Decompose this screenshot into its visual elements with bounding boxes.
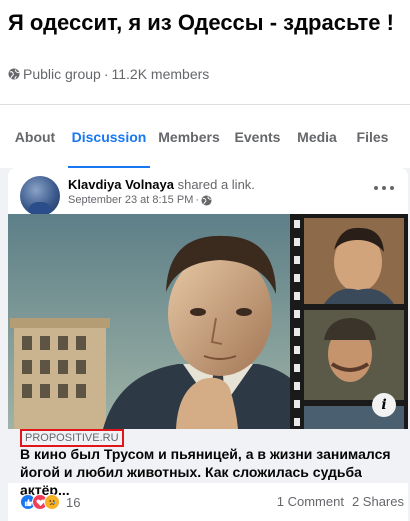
comments-count[interactable]: 1 Comment	[277, 494, 344, 509]
group-header: Я одессит, я из Одессы - здрасьте ! Publ…	[0, 0, 410, 169]
link-preview-box[interactable]: PROPOSITIVE.RU В кино был Трусом и пьяни…	[8, 429, 408, 498]
link-preview-image[interactable]: i	[8, 214, 408, 429]
avatar[interactable]	[20, 176, 60, 216]
tab-members[interactable]: Members	[158, 105, 219, 168]
tab-events[interactable]: Events	[235, 105, 281, 168]
group-title[interactable]: Я одессит, я из Одессы - здрасьте !	[8, 9, 398, 37]
reactions-summary[interactable]: 16	[20, 494, 80, 510]
engagement-counts: 1 Comment 2 Shares	[277, 494, 404, 509]
globe-icon	[8, 68, 20, 80]
post-card: Klavdiya Volnaya shared a link. Septembe…	[8, 168, 408, 521]
tab-about[interactable]: About	[12, 105, 58, 168]
post-footer: 16 1 Comment 2 Shares	[8, 483, 408, 521]
reaction-count: 16	[66, 494, 81, 510]
meta-separator: ·	[103, 66, 109, 82]
post-header-line: Klavdiya Volnaya shared a link.	[68, 177, 255, 192]
sad-reaction-icon	[44, 494, 60, 510]
info-icon[interactable]: i	[372, 393, 396, 417]
post-timestamp[interactable]: September 23 at 8:15 PM	[68, 194, 193, 206]
tab-discussion[interactable]: Discussion	[68, 105, 150, 169]
group-tabs: About Discussion Members Events Media Fi…	[0, 104, 410, 169]
tab-media[interactable]: Media	[296, 105, 338, 168]
post-time-line: September 23 at 8:15 PM ·	[68, 194, 212, 206]
group-members-count[interactable]: 11.2K members	[112, 66, 210, 82]
tab-files[interactable]: Files	[355, 105, 390, 168]
more-options-icon[interactable]	[374, 182, 394, 194]
time-separator: ·	[195, 194, 200, 206]
group-privacy: Public group	[23, 66, 101, 82]
post-action-text: shared a link.	[173, 177, 255, 192]
group-meta: Public group · 11.2K members	[8, 66, 209, 82]
shares-count[interactable]: 2 Shares	[352, 494, 404, 509]
globe-icon	[201, 194, 212, 206]
actor-collage-image	[8, 214, 408, 429]
post-author-name[interactable]: Klavdiya Volnaya	[68, 177, 174, 192]
